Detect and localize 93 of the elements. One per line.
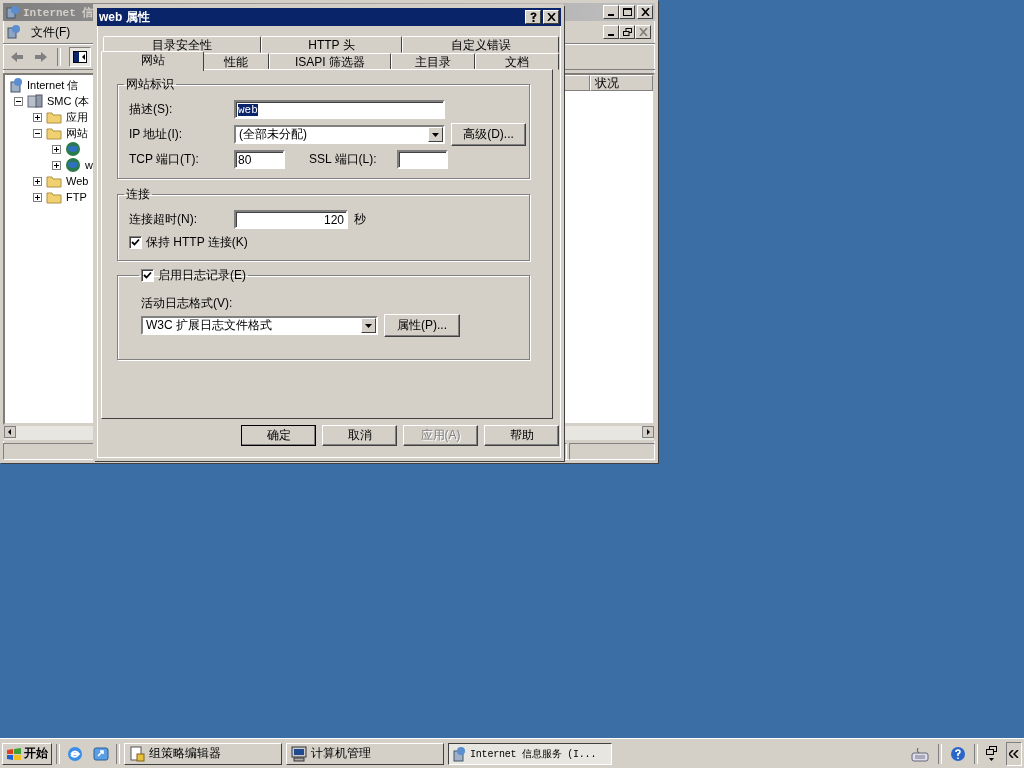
port-field[interactable] [397,150,448,169]
help-icon [950,745,966,762]
tab[interactable]: 目录安全性 [103,36,261,53]
field-label: 描述(S): [129,101,174,118]
dropdown[interactable]: W3C 扩展日志文件格式 [141,316,378,335]
field-label: SSL 端口(L): [309,151,378,168]
back-icon [9,50,25,64]
question-icon [528,12,538,22]
dropdown-arrow-icon [432,132,439,137]
expand-tray-button[interactable] [1006,741,1022,766]
expand-icon[interactable] [33,176,42,186]
panel-icon [73,51,87,63]
field-label: IP 地址(I): [129,126,184,143]
field-label: TCP 端口(T): [129,151,200,168]
dropdown-arrow-icon [365,323,372,328]
button[interactable]: 属性(P)... [384,314,460,337]
dialog-title: web 属性 [99,8,150,26]
expand-icon[interactable] [33,192,42,202]
forward-icon [33,50,49,64]
computer-icon [291,745,307,762]
tree-item[interactable]: SMC (本 [47,93,90,109]
maximize-button[interactable] [619,5,635,19]
menu-item[interactable]: 文件(F) [27,23,75,41]
show-tree-button[interactable] [69,47,91,67]
tab[interactable]: HTTP 头 [261,36,402,53]
close-button[interactable] [635,25,651,39]
button[interactable]: 确定 [241,425,316,446]
restore-icon [622,28,632,36]
column-header[interactable]: 状况 [590,75,653,91]
folder-icon [46,190,62,204]
start-button[interactable]: 开始 [2,742,52,765]
unit-label: 秒 [354,211,366,228]
chevron-left-icon [1009,749,1019,758]
timeout-field[interactable]: 120 [234,210,348,229]
button[interactable]: 帮助 [484,425,559,446]
services-icon [8,77,24,93]
minimize-button[interactable] [603,5,619,19]
group-label: 连接 [125,186,151,203]
dropdown[interactable]: (全部未分配) [234,125,445,144]
windows-logo-icon [6,746,22,761]
port-field[interactable]: 80 [234,150,285,169]
restore-button[interactable] [619,25,635,39]
app-icon [5,24,21,40]
taskbar-button[interactable]: 组策略编辑器 [124,742,282,765]
windows-icon [986,745,998,762]
checkbox-label: 保持 HTTP 连接(K) [146,233,248,251]
expand-icon[interactable] [52,160,61,170]
expand-icon[interactable] [52,144,61,154]
help-button[interactable] [525,10,541,24]
tab[interactable]: 自定义错误 [402,36,559,53]
folder-icon [46,126,62,140]
checkbox[interactable] [129,235,142,249]
keyboard-icon [910,745,930,762]
close-button[interactable] [543,10,559,24]
check-icon [143,270,152,280]
taskbar-button[interactable]: 计算机管理 [286,742,444,765]
taskbar-button[interactable]: Internet 信息服务 (I... [448,742,612,765]
window-title: Internet 信 [23,5,94,20]
tree-item[interactable]: Web [66,175,89,187]
folder-icon [46,110,62,124]
button[interactable]: 取消 [322,425,397,446]
field-label: 连接超时(N): [129,211,198,228]
check-icon [131,237,140,247]
close-icon [640,8,650,16]
group-label: 网站标识 [125,76,175,93]
close-button[interactable] [637,5,653,19]
collapse-icon[interactable] [33,128,42,138]
document-icon [129,745,145,762]
globe-icon [65,157,81,173]
computer-icon [27,93,43,109]
text-field[interactable]: web [234,100,445,119]
tab[interactable]: 网站 [101,51,204,71]
tree-item[interactable]: FTP [66,191,87,203]
tree-item[interactable]: 网站 [66,125,88,141]
tree-item[interactable]: w [85,159,93,171]
checkbox-label: 启用日志记录(E) [158,266,246,284]
collapse-icon[interactable] [14,96,23,106]
close-icon [638,28,648,36]
button[interactable]: 高级(D)... [451,123,526,146]
expand-icon[interactable] [33,112,42,122]
browser-icon [66,744,84,763]
field-label: 活动日志格式(V): [141,295,234,312]
tree-item[interactable]: 应用 [66,109,88,125]
folder-icon [46,174,62,188]
close-icon [546,13,556,21]
maximize-icon [622,8,632,16]
minimize-button[interactable] [603,25,619,39]
services-icon [451,745,467,762]
tree-item[interactable]: Internet 信 [27,77,79,93]
globe-icon [65,141,81,157]
desktop-shortcut-icon [92,744,110,763]
checkbox[interactable] [141,268,154,282]
app-icon [5,5,19,19]
